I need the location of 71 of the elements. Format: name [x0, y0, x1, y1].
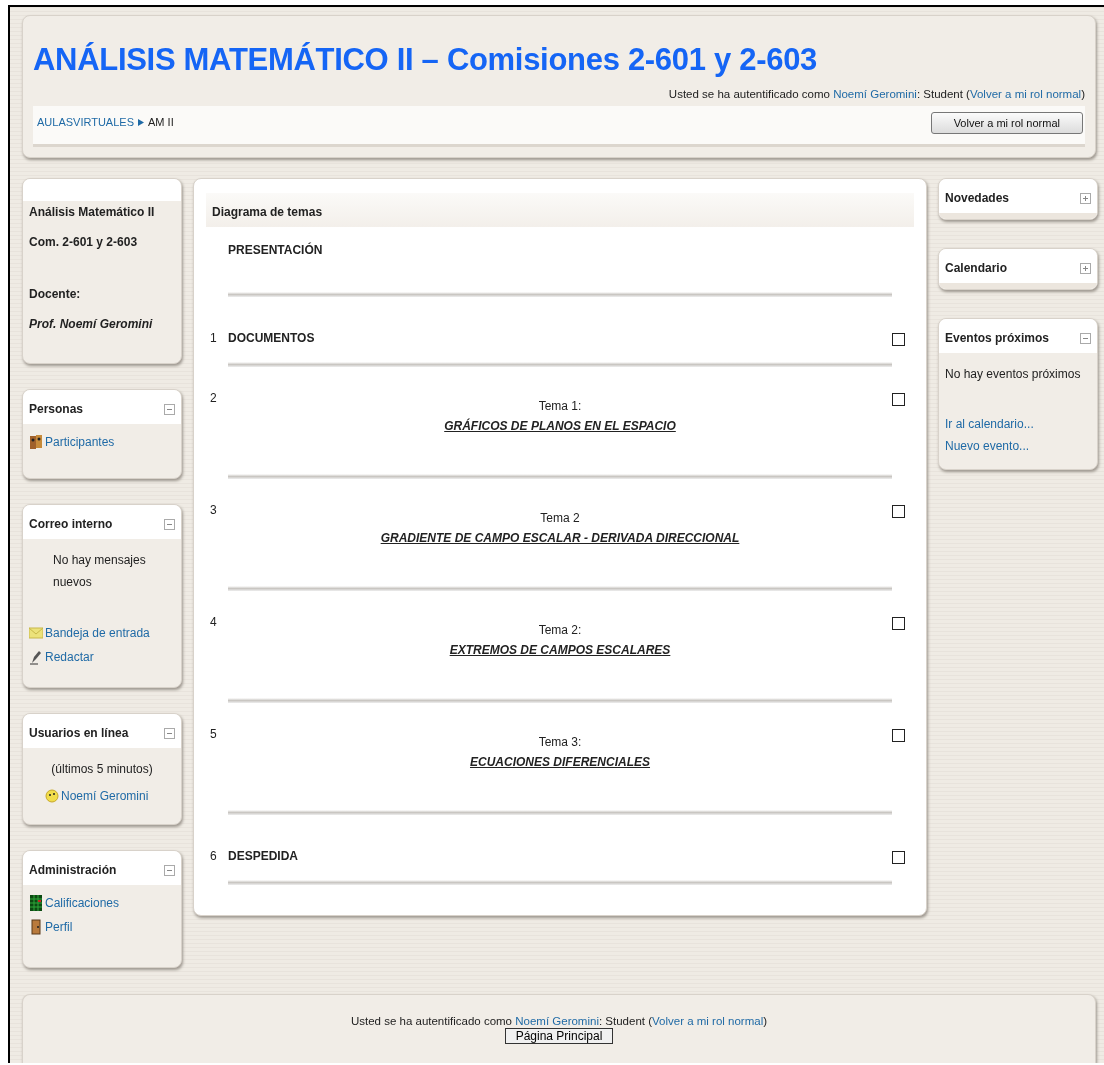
- expand-icon[interactable]: [1080, 192, 1091, 204]
- show-topic-icon[interactable]: [892, 333, 905, 346]
- grid-icon: [29, 895, 43, 911]
- show-topic-icon[interactable]: [892, 617, 905, 630]
- show-topic-icon[interactable]: [892, 729, 905, 742]
- topic-label: Tema 2:: [538, 623, 582, 637]
- login-status: Usted se ha autentificado como Noemí Geromini: Student (Volver a mi rol normal): [350, 1015, 768, 1027]
- section-number: 6: [209, 849, 218, 865]
- section-title: DESPEDIDA: [228, 849, 299, 865]
- user-link[interactable]: Noemí Geromini: [515, 1015, 599, 1027]
- topic-label: Tema 1:: [538, 399, 582, 413]
- topic-link[interactable]: GRÁFICOS DE PLANOS EN EL ESPACIO: [444, 419, 676, 433]
- course-info-text: Docente:: [29, 286, 82, 303]
- block-title: Personas: [29, 402, 84, 416]
- show-topic-icon[interactable]: [892, 393, 905, 406]
- block-link[interactable]: Nuevo evento...: [945, 439, 1030, 453]
- block-link[interactable]: Redactar: [45, 650, 94, 664]
- collapse-icon[interactable]: [164, 403, 175, 415]
- section-number: 2: [209, 391, 218, 407]
- course-info-text: Prof. Noemí Geromini: [29, 316, 154, 333]
- block-link[interactable]: Calificaciones: [45, 896, 120, 910]
- block-link[interactable]: Noemí Geromini: [61, 789, 149, 803]
- section-number: 5: [209, 727, 218, 743]
- block-link[interactable]: Perfil: [45, 920, 73, 934]
- course-title: ANÁLISIS MATEMÁTICO II – Comisiones 2-601 y 2-603: [33, 42, 819, 78]
- breadcrumb-link[interactable]: AULASVIRTUALES: [37, 116, 134, 128]
- envelope-icon: [29, 625, 43, 641]
- topic-link[interactable]: EXTREMOS DE CAMPOS ESCALARES: [449, 643, 671, 657]
- topic-label: Tema 3:: [538, 735, 582, 749]
- block-title: Usuarios en línea: [29, 726, 129, 740]
- section-title: DOCUMENTOS: [228, 331, 316, 347]
- section-number: 3: [209, 503, 218, 519]
- block-title: Novedades: [945, 191, 1010, 205]
- show-topic-icon[interactable]: [892, 851, 905, 864]
- login-status: Usted se ha autentificado como Noemí Geromini: Student (Volver a mi rol normal): [667, 88, 1085, 100]
- role-button[interactable]: Volver a mi rol normal: [930, 112, 1083, 134]
- block-note: (últimos 5 minutos): [50, 761, 154, 778]
- block-title: Eventos próximos: [945, 331, 1050, 345]
- block-note: No hay mensajes nuevos: [52, 552, 147, 591]
- collapse-icon[interactable]: [1080, 332, 1091, 344]
- expand-icon[interactable]: [1080, 262, 1091, 274]
- section-title: PRESENTACIÓN: [228, 243, 324, 259]
- breadcrumb-arrow-icon: [138, 118, 144, 126]
- block-link[interactable]: Ir al calendario...: [945, 417, 1034, 431]
- panel-title: Diagrama de temas: [206, 193, 914, 227]
- topic-link[interactable]: ECUACIONES DIFERENCIALES: [470, 755, 650, 769]
- collapse-icon[interactable]: [164, 518, 175, 530]
- block-title: Calendario: [945, 261, 1007, 275]
- block-note: No hay eventos próximos: [945, 366, 1082, 383]
- section-number: 1: [209, 331, 218, 347]
- show-topic-icon[interactable]: [892, 505, 905, 518]
- home-button[interactable]: Página Principal: [504, 1028, 614, 1044]
- block-title: Administración: [29, 863, 117, 877]
- block-link[interactable]: Bandeja de entrada: [45, 626, 150, 640]
- user-link[interactable]: Noemí Geromini: [833, 88, 917, 100]
- door-icon: [29, 919, 43, 935]
- block-link[interactable]: Participantes: [45, 435, 115, 449]
- people-icon: [29, 434, 43, 450]
- breadcrumb-current: AM II: [148, 116, 174, 128]
- topic-link[interactable]: GRADIENTE DE CAMPO ESCALAR - DERIVADA DIRECCIONAL: [380, 531, 740, 545]
- topic-label: Tema 2: [540, 511, 580, 525]
- course-info-text: Com. 2-601 y 2-603: [29, 234, 139, 251]
- smiley-icon: [45, 788, 59, 804]
- collapse-icon[interactable]: [164, 864, 175, 876]
- role-link[interactable]: Volver a mi rol normal: [969, 88, 1082, 100]
- block-title: Correo interno: [29, 517, 113, 531]
- role-link[interactable]: Volver a mi rol normal: [652, 1015, 764, 1027]
- pen-icon: [29, 649, 43, 665]
- collapse-icon[interactable]: [164, 727, 175, 739]
- section-number: 4: [209, 615, 218, 631]
- course-info-text: Análisis Matemático II: [29, 204, 156, 221]
